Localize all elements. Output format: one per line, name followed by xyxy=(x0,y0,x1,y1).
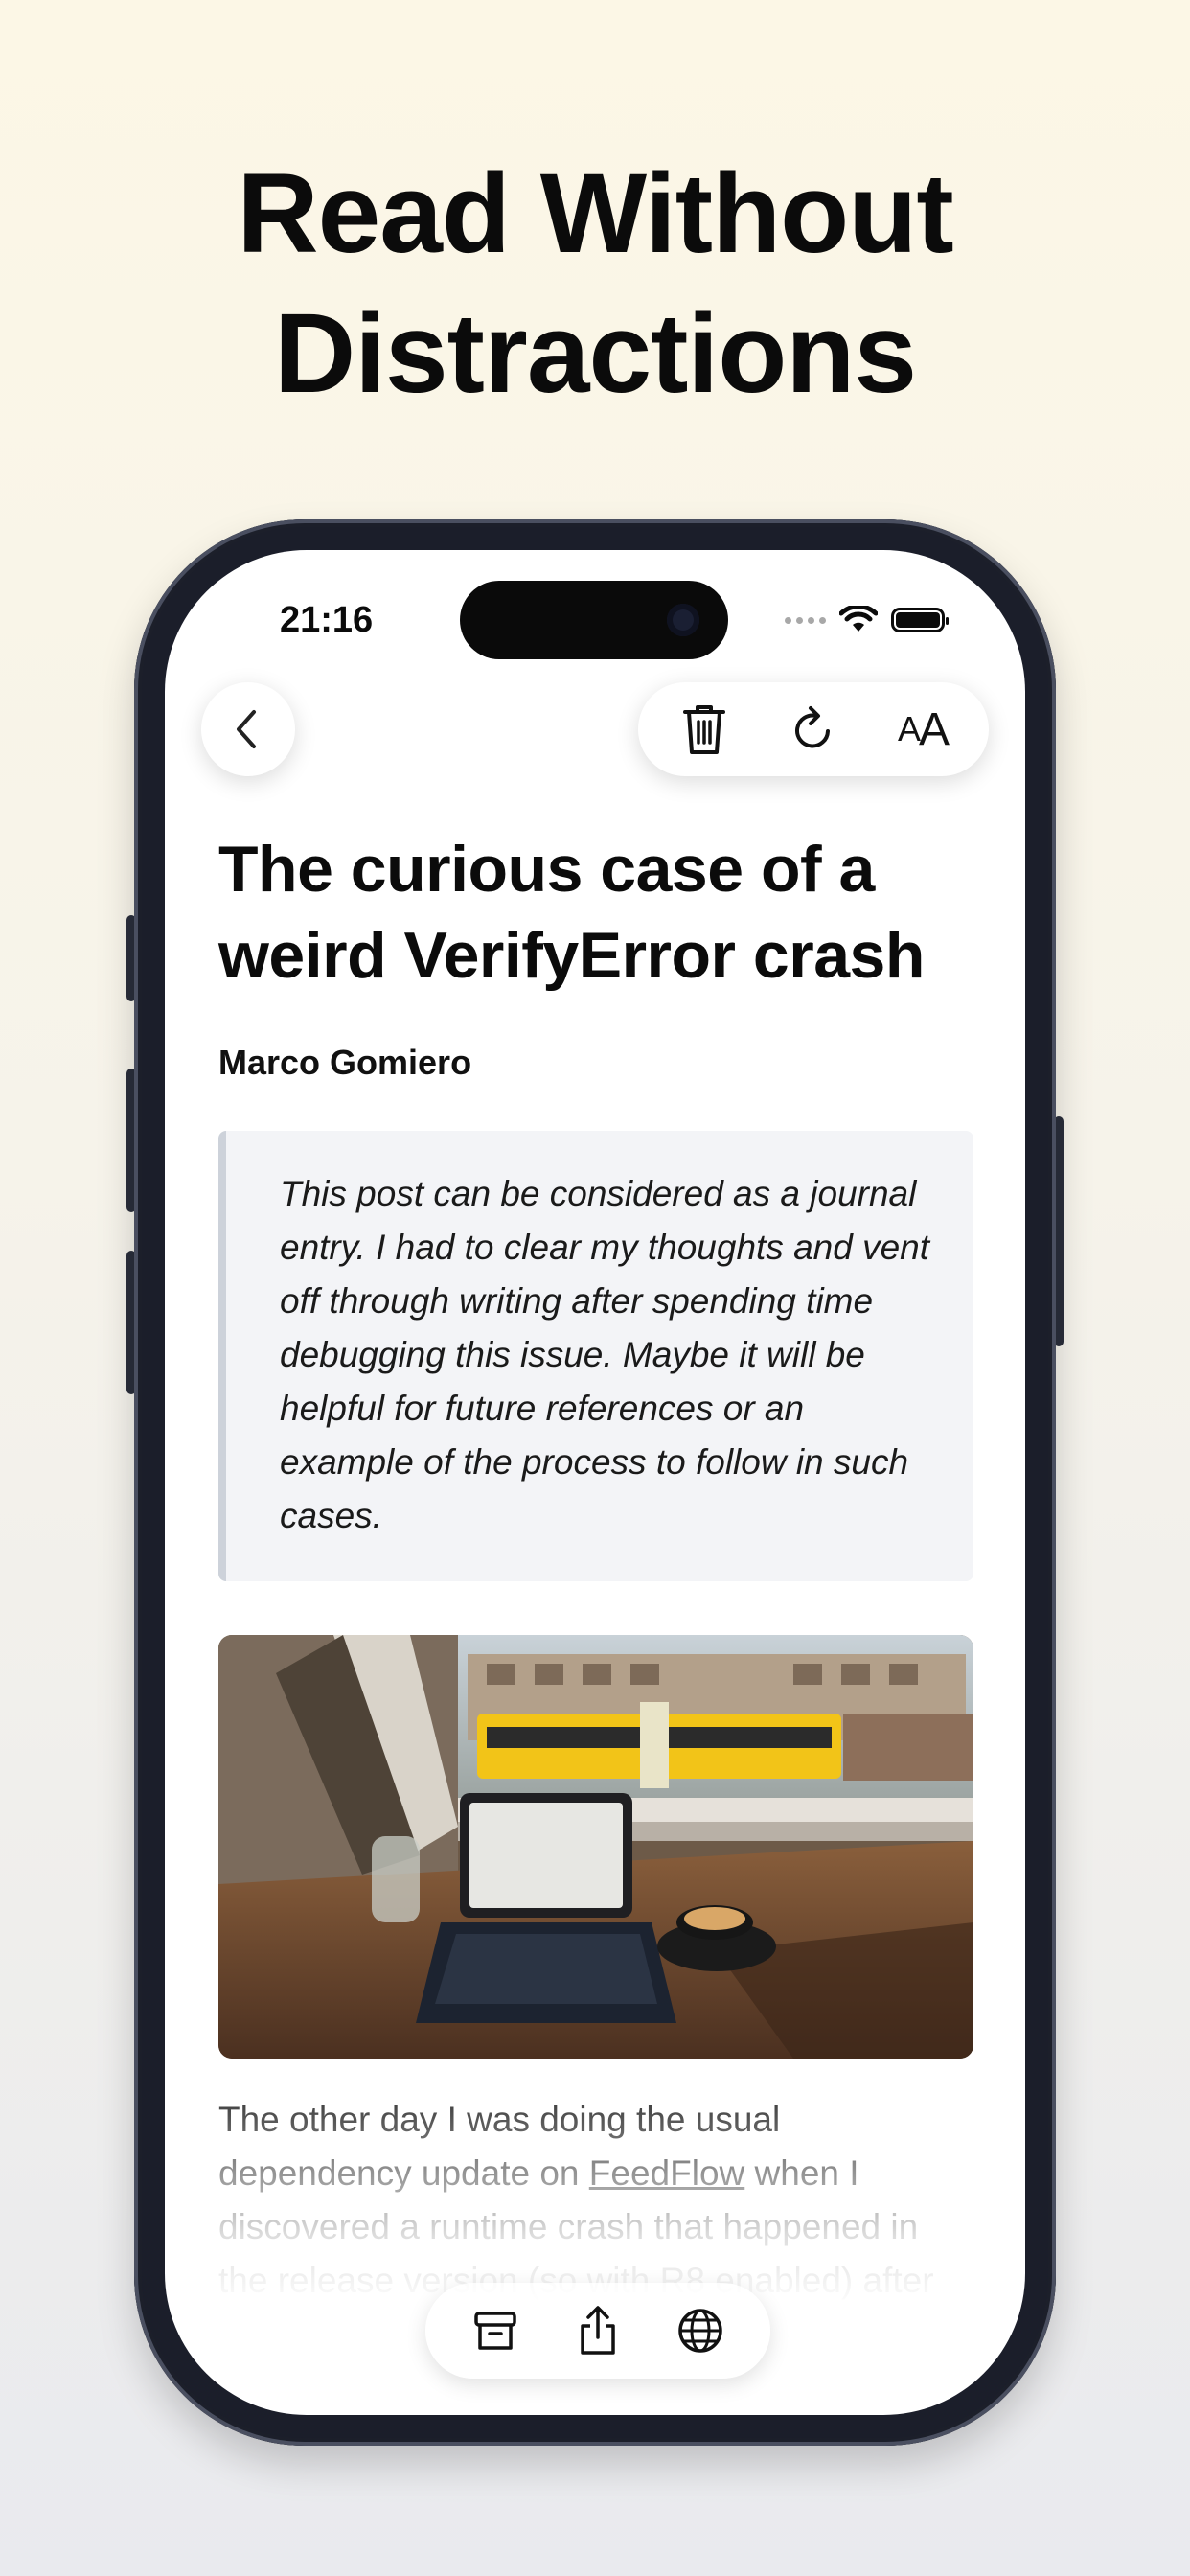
article-body: The other day I was doing the usual depe… xyxy=(218,2068,973,2308)
globe-icon xyxy=(677,2309,722,2353)
cafe-window-photo xyxy=(218,1635,973,2058)
phone-screen: 21:16 AA The curious case of a weird Ver… xyxy=(165,550,1025,2415)
text-size-large-glyph: A xyxy=(919,703,950,755)
headline-line-2: Distractions xyxy=(274,290,917,417)
status-time: 21:16 xyxy=(280,600,374,640)
status-icons xyxy=(785,606,949,634)
delete-button[interactable] xyxy=(671,696,738,763)
refresh-icon xyxy=(795,706,830,748)
share-icon xyxy=(581,2306,615,2355)
feedflow-link[interactable]: FeedFlow xyxy=(589,2153,744,2193)
battery-icon xyxy=(891,608,949,632)
trash-icon xyxy=(683,705,725,754)
article-toolbar: AA xyxy=(638,682,989,776)
back-button[interactable] xyxy=(201,682,295,776)
article-photo xyxy=(218,1635,973,2058)
article-blockquote: This post can be considered as a journal… xyxy=(218,1131,973,1581)
open-in-browser-button[interactable] xyxy=(667,2297,734,2364)
refresh-button[interactable] xyxy=(780,696,847,763)
bottom-toolbar xyxy=(425,2283,770,2379)
archive-icon xyxy=(474,2312,517,2350)
wifi-icon xyxy=(839,606,878,632)
signal-dots-icon xyxy=(785,616,826,624)
archive-button[interactable] xyxy=(462,2297,529,2364)
article-content: The curious case of a weird VerifyError … xyxy=(218,826,973,2308)
article-author: Marco Gomiero xyxy=(218,1043,472,1082)
share-button[interactable] xyxy=(564,2297,631,2364)
dynamic-island xyxy=(460,581,728,659)
chevron-left-icon xyxy=(237,710,256,748)
promo-headline: Read Without Distractions xyxy=(0,144,1190,424)
article-title: The curious case of a weird VerifyError … xyxy=(218,833,925,992)
headline-line-1: Read Without xyxy=(237,150,953,277)
text-size-button[interactable]: AA xyxy=(889,696,956,763)
front-camera xyxy=(667,604,699,636)
text-size-small-glyph: A xyxy=(897,709,921,748)
